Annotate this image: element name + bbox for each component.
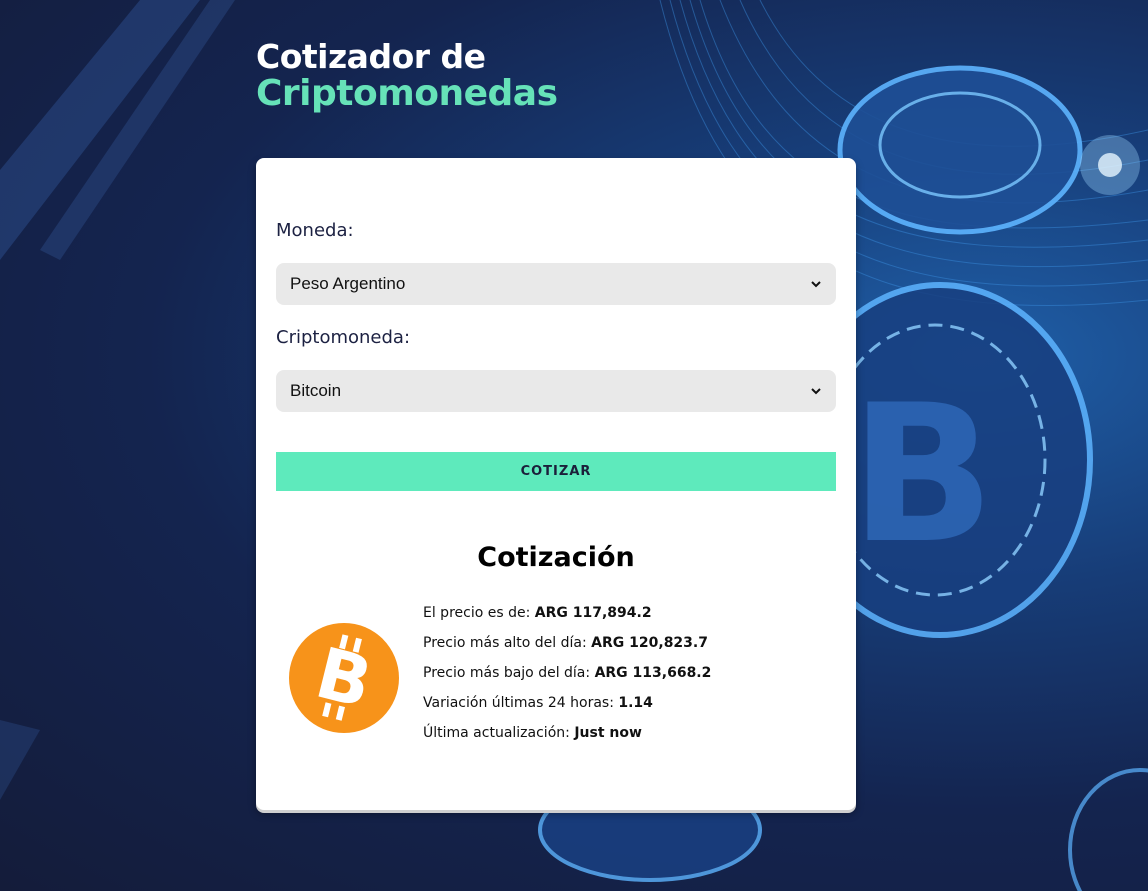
bitcoin-icon: B [289,623,399,733]
variation-row: Variación últimas 24 horas: 1.14 [423,692,711,722]
crypto-label: Criptomoneda: [276,327,411,348]
page-title-line1: Cotizador de [256,37,486,76]
high-price-row: Precio más alto del día: ARG 120,823.7 [423,632,711,662]
low-price-row: Precio más bajo del día: ARG 113,668.2 [423,662,711,692]
high-price-label: Precio más alto del día: [423,635,592,651]
currency-select[interactable]: Peso Argentino [276,263,836,305]
price-label: El precio es de: [423,605,535,621]
price-value: ARG 117,894.2 [534,605,652,621]
page-title-line2: Criptomonedas [256,73,558,114]
last-update-row: Última actualización: Just now [423,722,711,752]
page-title: Cotizador de Criptomonedas [256,38,558,112]
crypto-select[interactable]: Bitcoin [276,370,836,412]
high-price-value: ARG 120,823.7 [591,635,708,651]
last-update-value: Just now [574,725,642,741]
chevron-down-icon [811,281,821,288]
last-update-label: Última actualización: [423,725,575,741]
variation-label: Variación últimas 24 horas: [423,695,619,711]
svg-text:B: B [850,364,995,585]
currency-select-value: Peso Argentino [290,274,406,293]
crypto-select-value: Bitcoin [290,381,342,400]
low-price-value: ARG 113,668.2 [594,665,712,681]
price-row: El precio es de: ARG 117,894.2 [423,602,711,632]
currency-label: Moneda: [276,220,354,241]
quote-submit-button[interactable]: COTIZAR [276,452,836,491]
variation-value: 1.14 [618,695,653,711]
result-title: Cotización [477,542,635,573]
quote-card: Moneda: Peso Argentino Criptomoneda: Bit… [256,158,856,810]
low-price-label: Precio más bajo del día: [423,665,595,681]
chevron-down-icon [811,388,821,395]
quote-details: El precio es de: ARG 117,894.2 Precio má… [423,602,711,752]
